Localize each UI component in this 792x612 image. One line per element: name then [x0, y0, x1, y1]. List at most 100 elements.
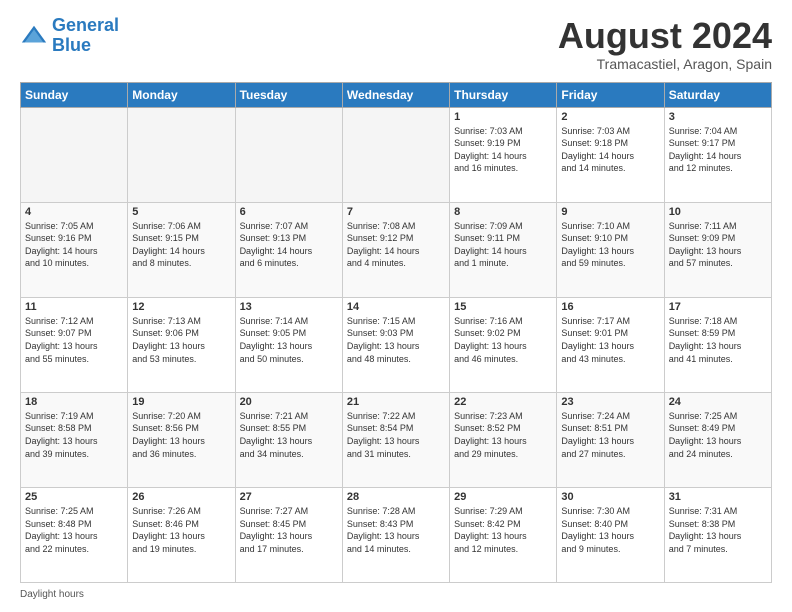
- calendar-cell: 17 Sunrise: 7:18 AM Sunset: 8:59 PM Dayli…: [664, 297, 771, 392]
- calendar-cell: 6 Sunrise: 7:07 AM Sunset: 9:13 PM Daylig…: [235, 202, 342, 297]
- day-number: 26: [132, 491, 230, 503]
- day-number: 6: [240, 206, 338, 218]
- logo-blue: Blue: [52, 35, 91, 55]
- day-number: 25: [25, 491, 123, 503]
- day-number: 19: [132, 396, 230, 408]
- day-number: 17: [669, 301, 767, 313]
- day-info: Sunrise: 7:20 AM Sunset: 8:56 PM Dayligh…: [132, 410, 230, 460]
- day-info: Sunrise: 7:13 AM Sunset: 9:06 PM Dayligh…: [132, 315, 230, 365]
- calendar-header-saturday: Saturday: [664, 82, 771, 107]
- calendar-cell: 31Sunrise: 7:31 AM Sunset: 8:38 PM Dayli…: [664, 487, 771, 582]
- calendar-cell: 3 Sunrise: 7:04 AM Sunset: 9:17 PM Daylig…: [664, 107, 771, 202]
- day-info: Sunrise: 7:25 AM Sunset: 8:49 PM Dayligh…: [669, 410, 767, 460]
- calendar-cell: [21, 107, 128, 202]
- calendar-cell: 28Sunrise: 7:28 AM Sunset: 8:43 PM Dayli…: [342, 487, 449, 582]
- day-info: Sunrise: 7:30 AM Sunset: 8:40 PM Dayligh…: [561, 505, 659, 555]
- calendar-cell: 22 Sunrise: 7:23 AM Sunset: 8:52 PM Dayli…: [450, 392, 557, 487]
- day-info: Sunrise: 7:25 AM Sunset: 8:48 PM Dayligh…: [25, 505, 123, 555]
- footer: Daylight hours: [20, 589, 772, 600]
- day-info: Sunrise: 7:21 AM Sunset: 8:55 PM Dayligh…: [240, 410, 338, 460]
- calendar-header-sunday: Sunday: [21, 82, 128, 107]
- calendar-cell: 24 Sunrise: 7:25 AM Sunset: 8:49 PM Dayli…: [664, 392, 771, 487]
- day-info: Sunrise: 7:05 AM Sunset: 9:16 PM Dayligh…: [25, 220, 123, 270]
- page: General Blue August 2024 Tramacastiel, A…: [0, 0, 792, 612]
- day-number: 2: [561, 111, 659, 123]
- day-info: Sunrise: 7:12 AM Sunset: 9:07 PM Dayligh…: [25, 315, 123, 365]
- calendar-cell: 23Sunrise: 7:24 AM Sunset: 8:51 PM Dayli…: [557, 392, 664, 487]
- calendar-header-tuesday: Tuesday: [235, 82, 342, 107]
- day-number: 11: [25, 301, 123, 313]
- day-info: Sunrise: 7:09 AM Sunset: 9:11 PM Dayligh…: [454, 220, 552, 270]
- calendar-cell: 16 Sunrise: 7:17 AM Sunset: 9:01 PM Dayli…: [557, 297, 664, 392]
- calendar-week-0: 1Sunrise: 7:03 AM Sunset: 9:19 PM Daylig…: [21, 107, 772, 202]
- location: Tramacastiel, Aragon, Spain: [558, 56, 772, 72]
- day-info: Sunrise: 7:24 AM Sunset: 8:51 PM Dayligh…: [561, 410, 659, 460]
- day-info: Sunrise: 7:03 AM Sunset: 9:19 PM Dayligh…: [454, 125, 552, 175]
- calendar-cell: 25 Sunrise: 7:25 AM Sunset: 8:48 PM Dayli…: [21, 487, 128, 582]
- day-number: 14: [347, 301, 445, 313]
- day-info: Sunrise: 7:06 AM Sunset: 9:15 PM Dayligh…: [132, 220, 230, 270]
- calendar-cell: [235, 107, 342, 202]
- day-number: 3: [669, 111, 767, 123]
- day-info: Sunrise: 7:19 AM Sunset: 8:58 PM Dayligh…: [25, 410, 123, 460]
- day-info: Sunrise: 7:23 AM Sunset: 8:52 PM Dayligh…: [454, 410, 552, 460]
- day-info: Sunrise: 7:22 AM Sunset: 8:54 PM Dayligh…: [347, 410, 445, 460]
- logo-general: General: [52, 15, 119, 35]
- day-number: 27: [240, 491, 338, 503]
- calendar-cell: 30 Sunrise: 7:30 AM Sunset: 8:40 PM Dayli…: [557, 487, 664, 582]
- day-info: Sunrise: 7:04 AM Sunset: 9:17 PM Dayligh…: [669, 125, 767, 175]
- day-info: Sunrise: 7:29 AM Sunset: 8:42 PM Dayligh…: [454, 505, 552, 555]
- logo-icon: [20, 22, 48, 50]
- day-number: 7: [347, 206, 445, 218]
- calendar-cell: 26Sunrise: 7:26 AM Sunset: 8:46 PM Dayli…: [128, 487, 235, 582]
- day-info: Sunrise: 7:07 AM Sunset: 9:13 PM Dayligh…: [240, 220, 338, 270]
- logo: General Blue: [20, 16, 119, 56]
- calendar-cell: 13 Sunrise: 7:14 AM Sunset: 9:05 PM Dayli…: [235, 297, 342, 392]
- day-info: Sunrise: 7:08 AM Sunset: 9:12 PM Dayligh…: [347, 220, 445, 270]
- day-number: 22: [454, 396, 552, 408]
- title-block: August 2024 Tramacastiel, Aragon, Spain: [558, 16, 772, 72]
- calendar-cell: 19 Sunrise: 7:20 AM Sunset: 8:56 PM Dayli…: [128, 392, 235, 487]
- calendar-cell: 7 Sunrise: 7:08 AM Sunset: 9:12 PM Daylig…: [342, 202, 449, 297]
- calendar-cell: 12Sunrise: 7:13 AM Sunset: 9:06 PM Dayli…: [128, 297, 235, 392]
- day-info: Sunrise: 7:10 AM Sunset: 9:10 PM Dayligh…: [561, 220, 659, 270]
- calendar-cell: 2 Sunrise: 7:03 AM Sunset: 9:18 PM Daylig…: [557, 107, 664, 202]
- day-info: Sunrise: 7:28 AM Sunset: 8:43 PM Dayligh…: [347, 505, 445, 555]
- day-info: Sunrise: 7:31 AM Sunset: 8:38 PM Dayligh…: [669, 505, 767, 555]
- day-number: 15: [454, 301, 552, 313]
- calendar-week-2: 11 Sunrise: 7:12 AM Sunset: 9:07 PM Dayli…: [21, 297, 772, 392]
- calendar-cell: 8 Sunrise: 7:09 AM Sunset: 9:11 PM Daylig…: [450, 202, 557, 297]
- day-number: 10: [669, 206, 767, 218]
- day-info: Sunrise: 7:11 AM Sunset: 9:09 PM Dayligh…: [669, 220, 767, 270]
- day-number: 4: [25, 206, 123, 218]
- day-number: 8: [454, 206, 552, 218]
- day-info: Sunrise: 7:03 AM Sunset: 9:18 PM Dayligh…: [561, 125, 659, 175]
- calendar-week-3: 18 Sunrise: 7:19 AM Sunset: 8:58 PM Dayli…: [21, 392, 772, 487]
- calendar-cell: 1Sunrise: 7:03 AM Sunset: 9:19 PM Daylig…: [450, 107, 557, 202]
- day-number: 24: [669, 396, 767, 408]
- day-number: 30: [561, 491, 659, 503]
- day-number: 5: [132, 206, 230, 218]
- day-number: 21: [347, 396, 445, 408]
- daylight-label: Daylight hours: [20, 589, 84, 600]
- day-number: 20: [240, 396, 338, 408]
- calendar-header-row: SundayMondayTuesdayWednesdayThursdayFrid…: [21, 82, 772, 107]
- calendar-cell: 5 Sunrise: 7:06 AM Sunset: 9:15 PM Daylig…: [128, 202, 235, 297]
- calendar-cell: 18 Sunrise: 7:19 AM Sunset: 8:58 PM Dayli…: [21, 392, 128, 487]
- calendar-week-4: 25 Sunrise: 7:25 AM Sunset: 8:48 PM Dayli…: [21, 487, 772, 582]
- day-number: 16: [561, 301, 659, 313]
- calendar-header-monday: Monday: [128, 82, 235, 107]
- calendar-cell: 10 Sunrise: 7:11 AM Sunset: 9:09 PM Dayli…: [664, 202, 771, 297]
- day-number: 13: [240, 301, 338, 313]
- day-number: 18: [25, 396, 123, 408]
- day-info: Sunrise: 7:17 AM Sunset: 9:01 PM Dayligh…: [561, 315, 659, 365]
- calendar-header-wednesday: Wednesday: [342, 82, 449, 107]
- day-info: Sunrise: 7:18 AM Sunset: 8:59 PM Dayligh…: [669, 315, 767, 365]
- calendar-cell: 15Sunrise: 7:16 AM Sunset: 9:02 PM Dayli…: [450, 297, 557, 392]
- calendar-cell: 29Sunrise: 7:29 AM Sunset: 8:42 PM Dayli…: [450, 487, 557, 582]
- calendar-cell: 4 Sunrise: 7:05 AM Sunset: 9:16 PM Daylig…: [21, 202, 128, 297]
- day-info: Sunrise: 7:14 AM Sunset: 9:05 PM Dayligh…: [240, 315, 338, 365]
- calendar-cell: 11 Sunrise: 7:12 AM Sunset: 9:07 PM Dayli…: [21, 297, 128, 392]
- calendar-cell: 27Sunrise: 7:27 AM Sunset: 8:45 PM Dayli…: [235, 487, 342, 582]
- day-info: Sunrise: 7:15 AM Sunset: 9:03 PM Dayligh…: [347, 315, 445, 365]
